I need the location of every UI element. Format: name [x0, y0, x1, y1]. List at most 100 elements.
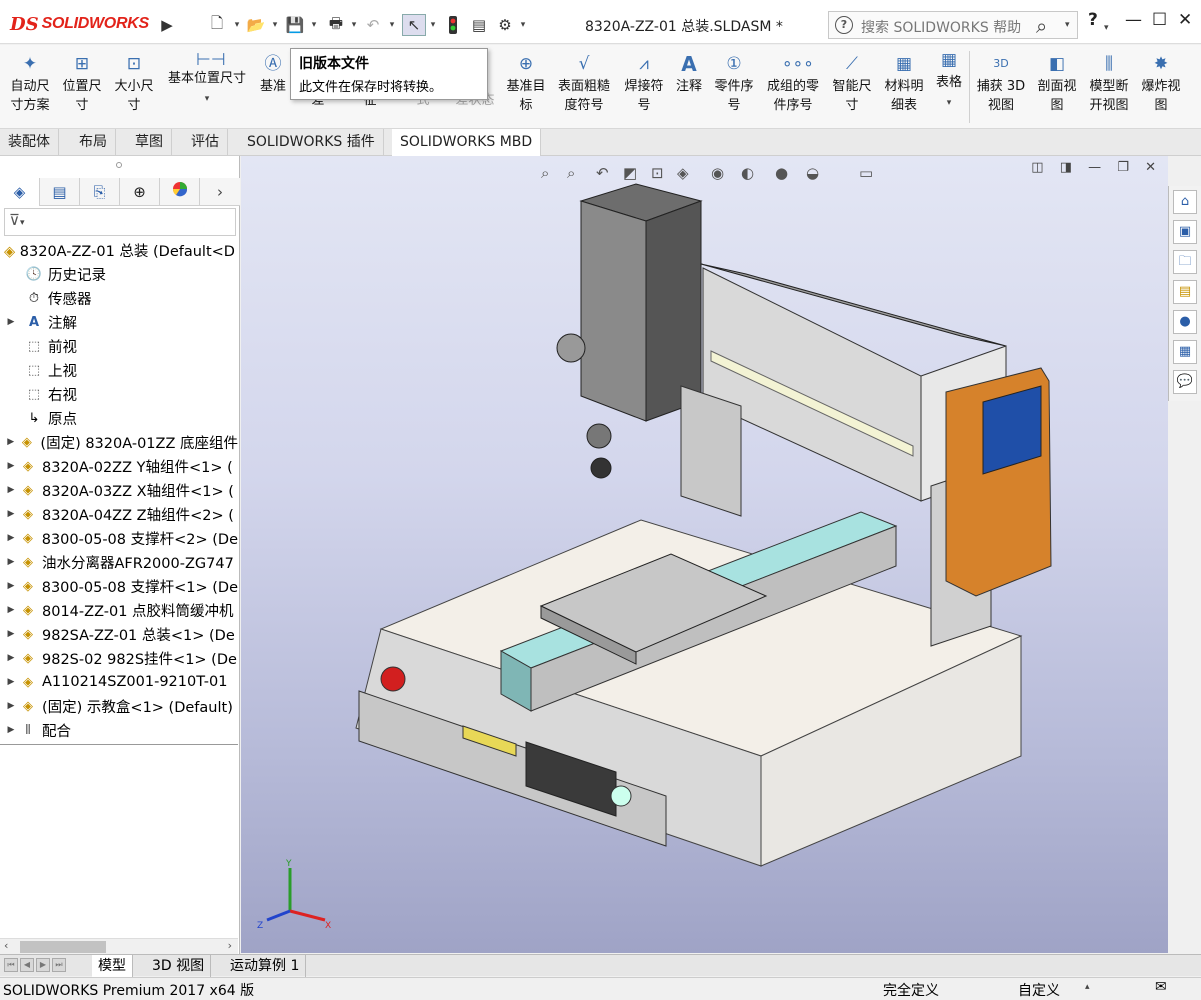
last-tab-icon[interactable]: ⏭ [52, 958, 66, 972]
tree-filter[interactable]: ⊽▾ [4, 208, 236, 236]
first-tab-icon[interactable]: ⏮ [4, 958, 18, 972]
explode-view-button[interactable]: ✸ 爆炸视 图 [1137, 53, 1185, 115]
table-button[interactable]: ▦ 表格 ▾ [932, 49, 966, 113]
bom-button[interactable]: ▦ 材料明 细表 [880, 53, 928, 115]
tree-item-front-plane[interactable]: ⬚ 前视 [0, 334, 238, 358]
expand-arrow-icon[interactable]: ▶ [4, 605, 18, 615]
tree-item-annotations[interactable]: ▶ A 注解 [0, 310, 238, 334]
next-tab-icon[interactable]: ▶ [36, 958, 50, 972]
balloon-button[interactable]: ① 零件序 号 [710, 53, 758, 115]
rebuild-icon[interactable] [445, 14, 461, 36]
search-icon[interactable]: ⌕ [1036, 14, 1047, 38]
print-dropdown-icon[interactable]: ▾ [349, 14, 359, 36]
tab-evaluate[interactable]: 评估 [183, 129, 228, 156]
tree-item-component[interactable]: ▶ ◈ 油水分离器AFR2000-ZG747 [0, 550, 238, 574]
tree-item-component[interactable]: ▶ ◈ 8320A-02ZZ Y轴组件<1> ( [0, 454, 238, 478]
scroll-left-icon[interactable]: ‹ [4, 939, 8, 952]
undo-icon[interactable]: ↶ [363, 14, 383, 36]
options-dropdown-icon[interactable]: ▾ [518, 14, 528, 36]
tree-item-component[interactable]: ▶ ◈ A110214SZ001-9210T-01 [0, 670, 238, 694]
tab-sketch[interactable]: 草图 [127, 129, 172, 156]
help-dropdown-icon[interactable]: ▾ [1104, 15, 1109, 35]
expand-arrow-icon[interactable]: ▶ [4, 629, 18, 639]
display-manager-tab-icon[interactable] [160, 178, 200, 206]
select-icon[interactable]: ↖ [402, 14, 426, 36]
help-search-input[interactable]: ? 搜索 SOLIDWORKS 帮助 ⌕ ▾ [828, 11, 1078, 39]
expand-arrow-icon[interactable]: ▶ [4, 677, 18, 687]
horizontal-scrollbar[interactable]: ‹ › [0, 938, 238, 954]
close-icon[interactable]: ✕ [1178, 10, 1192, 30]
basic-location-dimension-button[interactable]: ⊢⊣ 基本位置尺寸 ▾ [162, 52, 252, 109]
property-manager-tab-icon[interactable]: ▤ [40, 178, 80, 206]
tab-mbd[interactable]: SOLIDWORKS MBD [392, 129, 542, 156]
filter-icon[interactable]: ⊽ [9, 211, 20, 229]
dimxpert-manager-tab-icon[interactable]: ⊕ [120, 178, 160, 206]
help-button[interactable]: ? [1088, 10, 1098, 30]
select-dropdown-icon[interactable]: ▾ [428, 14, 438, 36]
expand-arrow-icon[interactable]: ▶ [4, 581, 18, 591]
tab-layout[interactable]: 布局 [71, 129, 116, 156]
tree-root-assembly[interactable]: ◈ 8320A-ZZ-01 总装 (Default<D [4, 240, 235, 261]
tree-item-top-plane[interactable]: ⬚ 上视 [0, 358, 238, 382]
expand-arrow-icon[interactable]: ▶ [4, 461, 18, 471]
menu-expand-arrow-icon[interactable]: ▶ [160, 14, 174, 36]
section-view-button[interactable]: ◧ 剖面视 图 [1033, 53, 1081, 115]
expand-arrow-icon[interactable]: ▶ [4, 701, 18, 711]
file-properties-icon[interactable]: ▤ [470, 14, 488, 36]
tab-model[interactable]: 模型 [92, 955, 133, 977]
status-units[interactable]: 自定义 [1018, 980, 1060, 1000]
options-icon[interactable]: ⚙ [495, 14, 515, 36]
more-tabs-arrow-icon[interactable]: › [205, 178, 235, 206]
search-dropdown-icon[interactable]: ▾ [1065, 20, 1070, 30]
minimize-icon[interactable]: — [1125, 10, 1142, 30]
tree-item-component[interactable]: ▶ ◈ 8300-05-08 支撑杆<2> (De [0, 526, 238, 550]
stacked-balloon-button[interactable]: ∘∘∘ 成组的零 件序号 [762, 53, 824, 115]
file-explorer-icon[interactable]: 🗀 [1173, 250, 1197, 274]
print-icon[interactable]: 🖶 [325, 14, 347, 36]
expand-arrow-icon[interactable]: ▶ [4, 509, 18, 519]
tree-item-component[interactable]: ▶ ◈ 8300-05-08 支撑杆<1> (De [0, 574, 238, 598]
expand-arrow-icon[interactable]: ▶ [4, 557, 18, 567]
panel-grip-icon[interactable] [116, 162, 122, 168]
table-dropdown-icon[interactable]: ▾ [947, 98, 952, 108]
tree-item-right-plane[interactable]: ⬚ 右视 [0, 382, 238, 406]
new-dropdown-icon[interactable]: ▾ [232, 14, 242, 36]
tab-addins[interactable]: SOLIDWORKS 插件 [239, 129, 384, 156]
surface-finish-button[interactable]: √ 表面粗糙 度符号 [553, 53, 615, 115]
smart-dimension-button[interactable]: ⟋ 智能尺 寸 [828, 53, 876, 115]
save-icon[interactable]: 💾 [285, 14, 305, 36]
graphics-area[interactable]: ⌕ ⌕ ↶ ◩ ⊡ ◈ ◉ ◐ ● ◒ ▭ ◫ ◨ — ❐ ✕ Y X Z [241, 156, 1168, 953]
weld-symbol-button[interactable]: ⩘ 焊接符 号 [620, 53, 668, 115]
tree-item-component[interactable]: ▶ ◈ 8014-ZZ-01 点胶料筒缓冲机 [0, 598, 238, 622]
assembly-model[interactable] [241, 156, 1168, 953]
capture-3d-view-button[interactable]: 3D 捕获 3D 视图 [973, 53, 1029, 115]
tree-item-component[interactable]: ▶ ◈ (固定) 8320A-01ZZ 底座组件 [0, 430, 238, 454]
note-button[interactable]: A 注释 [672, 53, 706, 96]
tree-item-component[interactable]: ▶ ◈ 8320A-03ZZ X轴组件<1> ( [0, 478, 238, 502]
expand-arrow-icon[interactable]: ▶ [4, 437, 17, 447]
forum-icon[interactable]: 💬 [1173, 370, 1197, 394]
auto-dimension-button[interactable]: ✦ 自动尺 寸方案 [6, 53, 54, 115]
tree-item-origin[interactable]: ↳ 原点 [0, 406, 238, 430]
scroll-right-icon[interactable]: › [228, 939, 232, 952]
undo-dropdown-icon[interactable]: ▾ [387, 14, 397, 36]
open-dropdown-icon[interactable]: ▾ [270, 14, 280, 36]
size-dimension-button[interactable]: ⊡ 大小尺 寸 [110, 53, 158, 115]
ribbon-dropdown-icon[interactable]: ▾ [205, 94, 210, 104]
feature-manager-tab-icon[interactable]: ◈ [0, 178, 40, 206]
datum-button[interactable]: Ⓐ 基准 [256, 53, 290, 96]
view-palette-icon[interactable]: ▤ [1173, 280, 1197, 304]
tab-assembly[interactable]: 装配体 [0, 129, 59, 156]
expand-arrow-icon[interactable]: ▶ [4, 533, 18, 543]
tree-item-component[interactable]: ▶ ◈ 8320A-04ZZ Z轴组件<2> ( [0, 502, 238, 526]
filter-dropdown-icon[interactable]: ▾ [20, 218, 25, 228]
location-dimension-button[interactable]: ⊞ 位置尺 寸 [58, 53, 106, 115]
tree-item-sensors[interactable]: ⏱ 传感器 [0, 286, 238, 310]
model-break-view-button[interactable]: ⫼ 模型断 开视图 [1085, 53, 1133, 115]
tab-3d-views[interactable]: 3D 视图 [146, 955, 212, 977]
scrollbar-thumb[interactable] [20, 941, 106, 953]
new-icon[interactable]: 🗋 [207, 14, 227, 36]
prev-tab-icon[interactable]: ◀ [20, 958, 34, 972]
save-dropdown-icon[interactable]: ▾ [309, 14, 319, 36]
tree-item-mates[interactable]: ▶ ⫴ 配合 [0, 718, 238, 742]
